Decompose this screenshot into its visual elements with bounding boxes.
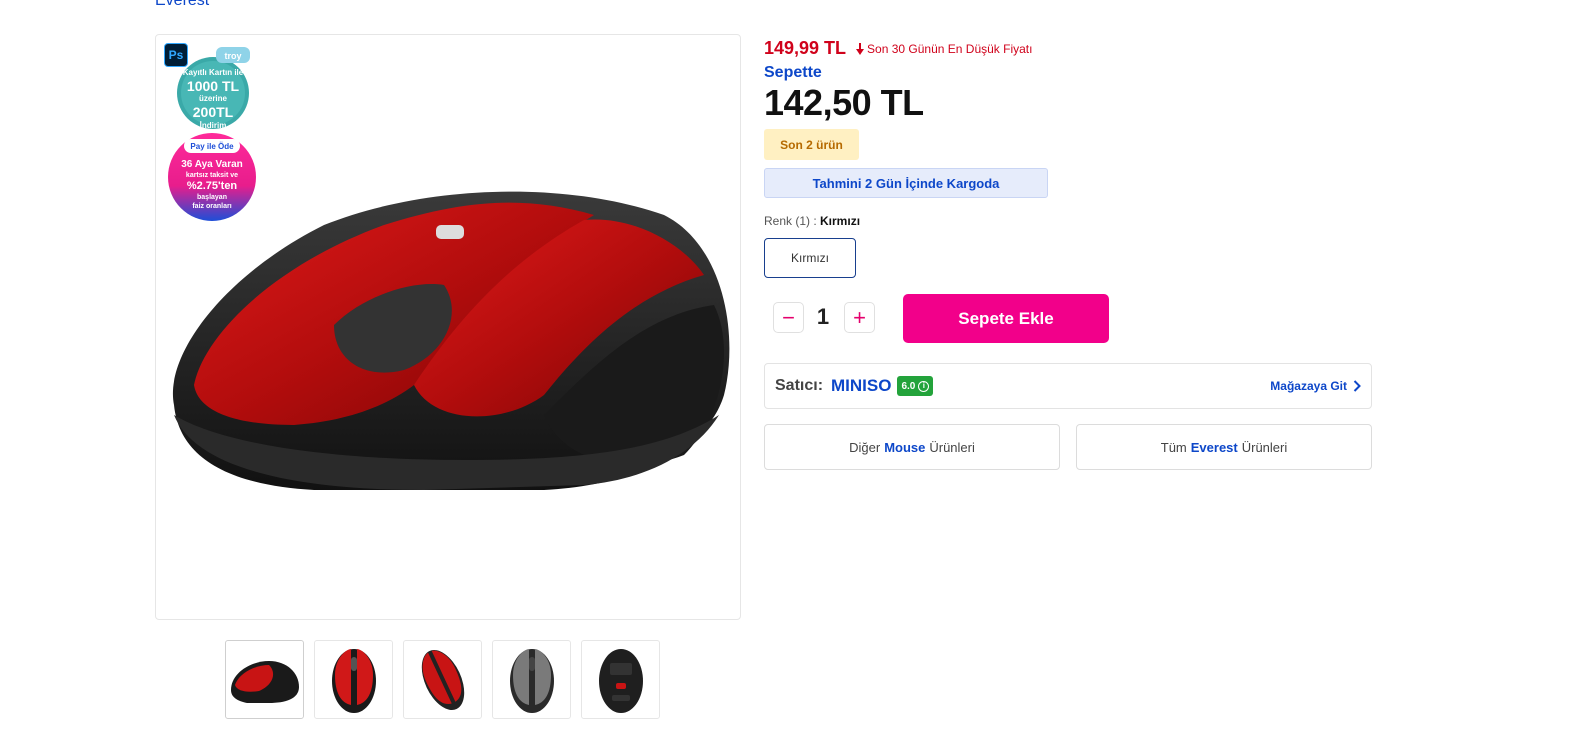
svg-text:200TL: 200TL (193, 104, 234, 120)
other-mouse-suffix: Ürünleri (929, 439, 975, 455)
svg-text:İndirim: İndirim (200, 121, 227, 130)
quantity-value[interactable]: 1 (806, 304, 840, 330)
thumbnail-4[interactable] (492, 640, 571, 719)
svg-text:36 Aya Varan: 36 Aya Varan (181, 159, 243, 170)
thumbnail-strip (225, 640, 660, 719)
lowest-price-note: Son 30 Günün En Düşük Fiyatı (856, 42, 1032, 56)
stock-badge: Son 2 ürün (764, 129, 859, 160)
go-to-store-link[interactable]: Mağazaya Git (1270, 379, 1361, 393)
basket-price: 142,50 TL (764, 82, 924, 123)
brand-link[interactable]: Everest (155, 0, 209, 10)
thumbnail-1[interactable] (225, 640, 304, 719)
troy-text: troy (224, 51, 241, 61)
thumbnail-5[interactable] (581, 640, 660, 719)
seller-score-badge[interactable]: 6.0 i (897, 376, 934, 396)
troy-promo-badge: troy Kayıtlı Kartın ile 1000 TL üzerine … (177, 47, 250, 130)
thumbnail-3-image (421, 649, 464, 710)
other-mouse-prefix: Diğer (849, 439, 881, 455)
other-mouse-keyword: Mouse (884, 439, 926, 455)
color-label: Renk (1) : Kırmızı (764, 214, 860, 228)
lowest-price-text: Son 30 Günün En Düşük Fiyatı (867, 41, 1033, 56)
svg-text:kartsız taksit ve: kartsız taksit ve (186, 172, 238, 179)
quantity-decrease-button[interactable]: − (773, 302, 804, 333)
thumbnail-1-image (230, 660, 299, 703)
seller-box: Satıcı: MINISO 6.0 i Mağazaya Git (764, 363, 1372, 409)
product-gallery[interactable]: Ps troy Kayıtlı Kartın ile 1000 TL üzeri… (155, 34, 741, 620)
thumbnail-5-image (598, 648, 643, 713)
old-price: 149,99 TL (764, 38, 847, 58)
product-main-image[interactable] (164, 185, 734, 495)
quantity-increase-button[interactable]: + (844, 302, 875, 333)
info-icon: i (918, 380, 930, 392)
all-everest-keyword: Everest (1190, 439, 1238, 455)
thumbnail-3[interactable] (403, 640, 482, 719)
shipping-estimate: Tahmini 2 Gün İçinde Kargoda (764, 168, 1048, 198)
go-to-store-label: Mağazaya Git (1270, 379, 1347, 393)
chevron-right-icon (1353, 380, 1361, 392)
down-arrow-icon (856, 42, 865, 55)
seller-score-value: 6.0 (901, 380, 916, 392)
all-everest-prefix: Tüm (1160, 439, 1187, 455)
svg-text:Kayıtlı Kartın ile: Kayıtlı Kartın ile (183, 68, 244, 77)
all-everest-products-button[interactable]: Tüm Everest Ürünleri (1076, 424, 1372, 470)
add-to-cart-button[interactable]: Sepete Ekle (903, 294, 1109, 343)
seller-name-link[interactable]: MINISO (831, 376, 891, 396)
color-selected-value: Kırmızı (820, 214, 861, 228)
basket-price-label: Sepette (764, 64, 822, 81)
svg-text:Pay ile Öde: Pay ile Öde (190, 142, 234, 151)
seller-label: Satıcı: (775, 377, 824, 394)
svg-text:1000 TL: 1000 TL (187, 78, 240, 94)
color-option-kirmizi[interactable]: Kırmızı (764, 238, 856, 278)
other-mouse-products-button[interactable]: Diğer Mouse Ürünleri (764, 424, 1060, 470)
all-everest-suffix: Ürünleri (1241, 439, 1288, 455)
thumbnail-2-image (331, 648, 376, 713)
thumbnail-2[interactable] (314, 640, 393, 719)
old-price-row: 149,99 TL Son 30 Günün En Düşük Fiyatı (764, 38, 1032, 59)
thumbnail-4-image (509, 648, 554, 713)
svg-text:üzerine: üzerine (199, 94, 228, 103)
color-label-prefix: Renk (1) : (764, 214, 821, 228)
